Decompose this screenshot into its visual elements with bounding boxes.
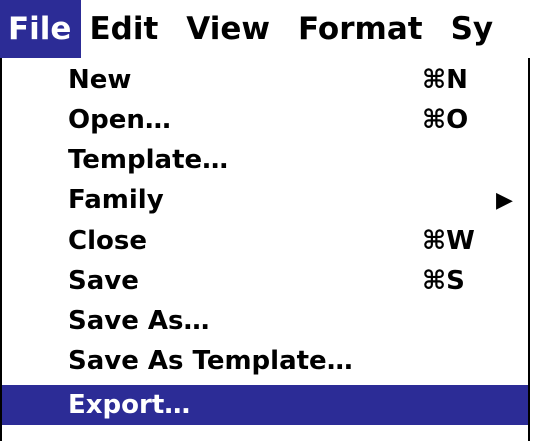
submenu-arrow-icon: ▶	[496, 187, 513, 213]
menu-format[interactable]: Format	[290, 0, 443, 58]
menu-item-save-as-template[interactable]: Save As Template…	[2, 341, 528, 381]
menu-bar: File Edit View Format Sy	[0, 0, 536, 58]
menu-file[interactable]: File	[0, 0, 82, 58]
menu-item-save[interactable]: Save ⌘S	[2, 261, 528, 301]
menu-item-close[interactable]: Close ⌘W	[2, 221, 528, 261]
menu-item-family[interactable]: Family ▶	[2, 180, 528, 220]
menu-item-open[interactable]: Open… ⌘O	[2, 100, 528, 140]
menu-item-save-as[interactable]: Save As…	[2, 301, 528, 341]
menu-item-label: Export…	[68, 390, 191, 420]
menu-item-new[interactable]: New ⌘N	[2, 60, 528, 100]
menu-item-label: New	[68, 65, 132, 95]
menu-item-export[interactable]: Export…	[2, 385, 528, 425]
shortcut-command-s: ⌘S	[422, 266, 465, 296]
shortcut-command-n: ⌘N	[422, 65, 468, 95]
menu-view[interactable]: View	[178, 0, 290, 58]
shortcut-command-o: ⌘O	[422, 105, 469, 135]
menu-item-template[interactable]: Template…	[2, 140, 528, 180]
menu-item-label: Close	[68, 226, 147, 256]
shortcut-command-w: ⌘W	[422, 226, 475, 256]
menu-item-label: Family	[68, 185, 164, 215]
menu-item-label: Save As…	[68, 306, 210, 336]
file-menu-dropdown: New ⌘N Open… ⌘O Template… Family ▶ Close…	[0, 58, 530, 441]
menu-system[interactable]: Sy	[443, 0, 514, 58]
menu-item-label: Save As Template…	[68, 346, 353, 376]
menu-item-label: Template…	[68, 145, 229, 175]
menu-edit[interactable]: Edit	[81, 0, 178, 58]
menu-item-label: Save	[68, 266, 139, 296]
menu-item-label: Open…	[68, 105, 171, 135]
